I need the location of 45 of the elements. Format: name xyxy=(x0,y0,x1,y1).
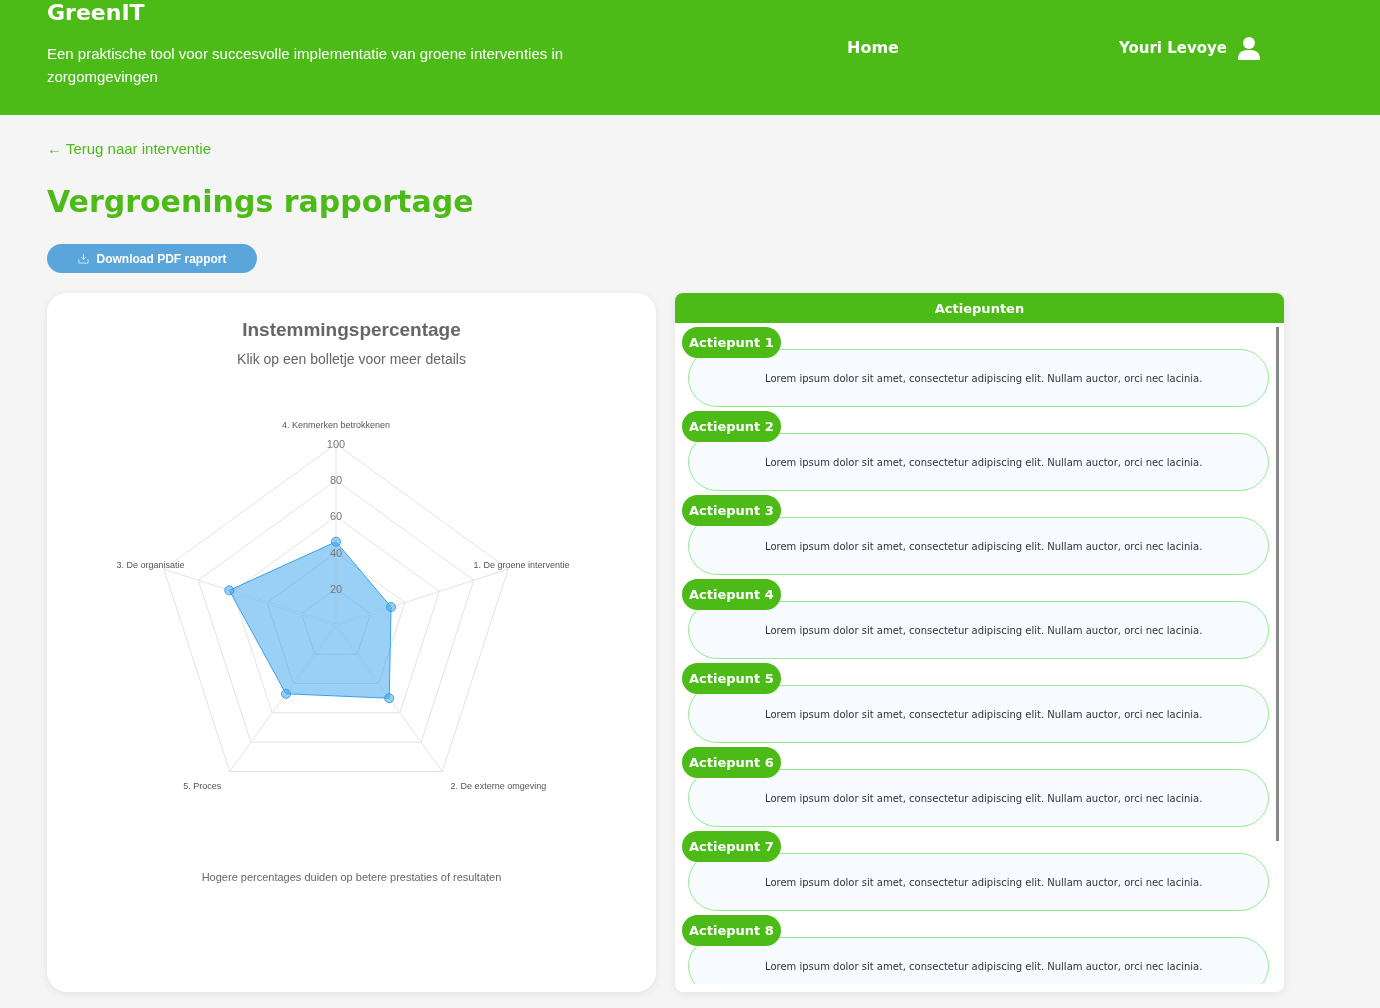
tick-label: 60 xyxy=(329,510,343,523)
user-icon[interactable] xyxy=(1237,36,1261,60)
action-badge: Actiepunt 1 xyxy=(682,327,781,358)
data-point[interactable] xyxy=(281,688,291,699)
panel-header: Actiepunten xyxy=(675,293,1284,323)
action-text: Lorem ipsum dolor sit amet, consectetur adipiscing elit. Nullam auctor, orci nec lacinia. xyxy=(688,853,1269,911)
tick-label: 100 xyxy=(326,438,346,450)
user-name[interactable]: Youri Levoye xyxy=(1119,39,1227,57)
scrollbar[interactable] xyxy=(1276,327,1279,841)
chart-subtitle: Klik op een bolletje voor meer details xyxy=(237,351,466,367)
action-text: Lorem ipsum dolor sit amet, consectetur adipiscing elit. Nullam auctor, orci nec lacinia. xyxy=(688,349,1269,407)
action-badge: Actiepunt 6 xyxy=(682,747,781,778)
action-badge: Actiepunt 8 xyxy=(682,915,781,946)
data-point[interactable] xyxy=(386,602,397,613)
download-icon xyxy=(77,253,89,264)
action-text: Lorem ipsum dolor sit amet, consectetur adipiscing elit. Nullam auctor, orci nec lacinia. xyxy=(688,937,1269,984)
tick-label: 80 xyxy=(329,474,343,487)
action-badge: Actiepunt 4 xyxy=(682,579,781,610)
data-point[interactable] xyxy=(331,536,341,547)
action-text: Lorem ipsum dolor sit amet, consectetur adipiscing elit. Nullam auctor, orci nec lacinia. xyxy=(688,685,1269,743)
action-text: Lorem ipsum dolor sit amet, consectetur adipiscing elit. Nullam auctor, orci nec lacinia. xyxy=(688,433,1269,491)
tagline: Een praktische tool voor succesvolle implementatie van groene interventies in zorgomgevingen xyxy=(47,44,565,87)
data-point[interactable] xyxy=(384,693,395,704)
axis-label: 5. Proces xyxy=(183,780,222,791)
app-logo: GreenIT xyxy=(47,0,146,26)
action-text: Lorem ipsum dolor sit amet, consectetur adipiscing elit. Nullam auctor, orci nec lacinia. xyxy=(688,769,1269,827)
action-badge: Actiepunt 7 xyxy=(682,831,781,862)
action-badge: Actiepunt 3 xyxy=(682,495,781,526)
data-point[interactable] xyxy=(224,585,235,596)
tick-label: 20 xyxy=(329,582,343,595)
action-text: Lorem ipsum dolor sit amet, consectetur adipiscing elit. Nullam auctor, orci nec lacinia. xyxy=(688,601,1269,659)
axis-label: 3. De organisatie xyxy=(116,559,185,570)
back-link[interactable]: ← Terug naar interventie xyxy=(47,140,211,157)
tick-label: 40 xyxy=(329,546,343,559)
axis-label: 1. De groene interventie xyxy=(473,559,570,570)
axis-label: 2. De externe omgeving xyxy=(450,780,547,791)
axis-label: 4. Kenmerken betrokkenen xyxy=(281,420,391,430)
page-title: Vergroenings rapportage xyxy=(47,184,475,220)
chart-title: Instemmingspercentage xyxy=(242,319,461,341)
action-text: Lorem ipsum dolor sit amet, consectetur adipiscing elit. Nullam auctor, orci nec lacinia. xyxy=(688,517,1269,575)
chart-footnote: Hogere percentages duiden op betere prestaties of resultaten xyxy=(201,871,502,883)
action-badge: Actiepunt 2 xyxy=(682,411,781,442)
download-button[interactable]: Download PDF rapport xyxy=(47,244,257,273)
nav-link[interactable]: Home xyxy=(847,38,899,57)
action-badge: Actiepunt 5 xyxy=(682,663,781,694)
